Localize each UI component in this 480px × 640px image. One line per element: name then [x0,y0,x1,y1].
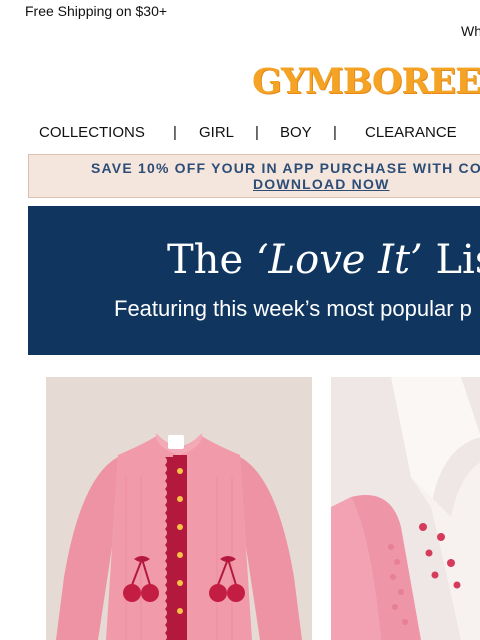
hero-title-list: List [435,237,480,283]
hero-title-love-it: ‘Love It’ [255,237,423,283]
free-shipping-text: Free Shipping on $30+ [25,3,168,19]
nav-separator: | [173,124,177,141]
nav-item-boy[interactable]: BOY [280,124,312,142]
pink-cherry-cardigan-image [46,377,312,640]
nav-item-girl[interactable]: GIRL [199,124,234,142]
gymboree-logo[interactable]: GYMBOREE [252,62,480,102]
hero-subtitle: Featuring this week’s most popular p [114,296,472,321]
hero-title-the: The [167,237,256,283]
nav-separator: | [333,124,337,141]
promo-banner[interactable]: SAVE 10% OFF YOUR IN APP PURCHASE WITH C… [28,154,480,198]
nav-item-clearance[interactable]: CLEARANCE [365,124,457,142]
hero-title: The ‘Love It’ List [167,236,480,284]
nav-item-collections[interactable]: COLLECTIONS [39,124,145,142]
email-page: Free Shipping on $30+ Wh GYMBOREE COLLEC… [0,0,480,640]
top-right-text[interactable]: Wh [461,23,480,39]
download-now-link[interactable]: DOWNLOAD NOW [253,176,390,192]
love-it-list-banner[interactable]: The ‘Love It’ List Featuring this week’s… [28,206,480,355]
nav-separator: | [255,124,259,141]
main-nav: COLLECTIONS | GIRL | BOY | CLEARANCE [0,124,480,142]
pink-tights-image [331,377,480,640]
promo-text: SAVE 10% OFF YOUR IN APP PURCHASE WITH C… [91,160,480,176]
product-card-cardigan[interactable] [46,377,312,640]
product-card-tights[interactable] [331,377,480,640]
